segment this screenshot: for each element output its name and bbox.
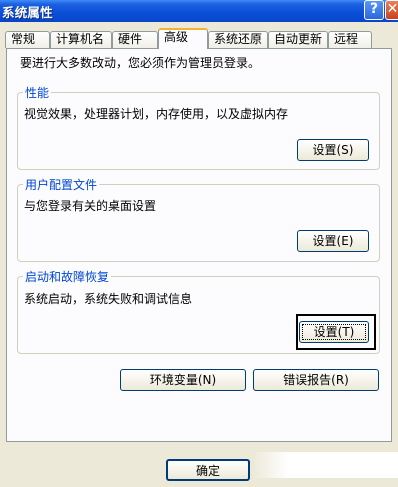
- close-icon: ✕: [386, 1, 398, 17]
- tab-label: 硬件: [118, 32, 143, 46]
- tab-remote[interactable]: 远程: [328, 31, 372, 48]
- tab-hardware[interactable]: 硬件: [112, 31, 158, 48]
- tab-auto-update[interactable]: 自动更新: [268, 31, 328, 48]
- tab-label: 计算机名: [56, 32, 105, 46]
- tab-label: 系统还原: [214, 32, 263, 46]
- tab-label: 常规: [11, 32, 36, 46]
- tab-system-restore[interactable]: 系统还原: [208, 31, 268, 48]
- environment-variables-button[interactable]: 环境变量(N): [120, 369, 246, 391]
- help-button[interactable]: ?: [364, 0, 384, 20]
- admin-note: 要进行大多数改动，您必须作为管理员登录。: [20, 56, 261, 70]
- title-bar: 系统属性 ? ✕: [0, 0, 398, 22]
- tab-advanced[interactable]: 高级: [158, 28, 208, 49]
- performance-description: 视觉效果，处理器计划，内存使用，以及虚拟内存: [24, 107, 289, 121]
- profiles-description: 与您登录有关的桌面设置: [24, 199, 157, 213]
- tab-general[interactable]: 常规: [5, 31, 50, 48]
- performance-group-title: 性能: [23, 84, 52, 101]
- ok-button[interactable]: 确定: [166, 459, 250, 481]
- error-reporting-button[interactable]: 错误报告(R): [253, 369, 379, 391]
- profiles-settings-button[interactable]: 设置(E): [297, 230, 369, 252]
- tab-label: 高级: [164, 30, 189, 44]
- tab-computer-name[interactable]: 计算机名: [50, 31, 112, 48]
- close-button[interactable]: ✕: [385, 0, 398, 20]
- performance-settings-button[interactable]: 设置(S): [297, 139, 369, 161]
- startup-recovery-settings-button[interactable]: 设置(T): [299, 321, 369, 343]
- startup-recovery-description: 系统启动，系统失败和调试信息: [24, 292, 193, 306]
- window-title: 系统属性: [2, 5, 53, 20]
- tab-label: 远程: [334, 32, 359, 46]
- performance-group: 性能 视觉效果，处理器计划，内存使用，以及虚拟内存 设置(S): [17, 84, 380, 170]
- profiles-group-title: 用户配置文件: [23, 176, 100, 193]
- tab-label: 自动更新: [274, 32, 323, 46]
- help-icon: ?: [369, 1, 379, 17]
- profiles-group: 用户配置文件 与您登录有关的桌面设置 设置(E): [17, 176, 380, 262]
- startup-recovery-group-title: 启动和故障恢复: [23, 268, 112, 285]
- screen-glare: [252, 452, 398, 478]
